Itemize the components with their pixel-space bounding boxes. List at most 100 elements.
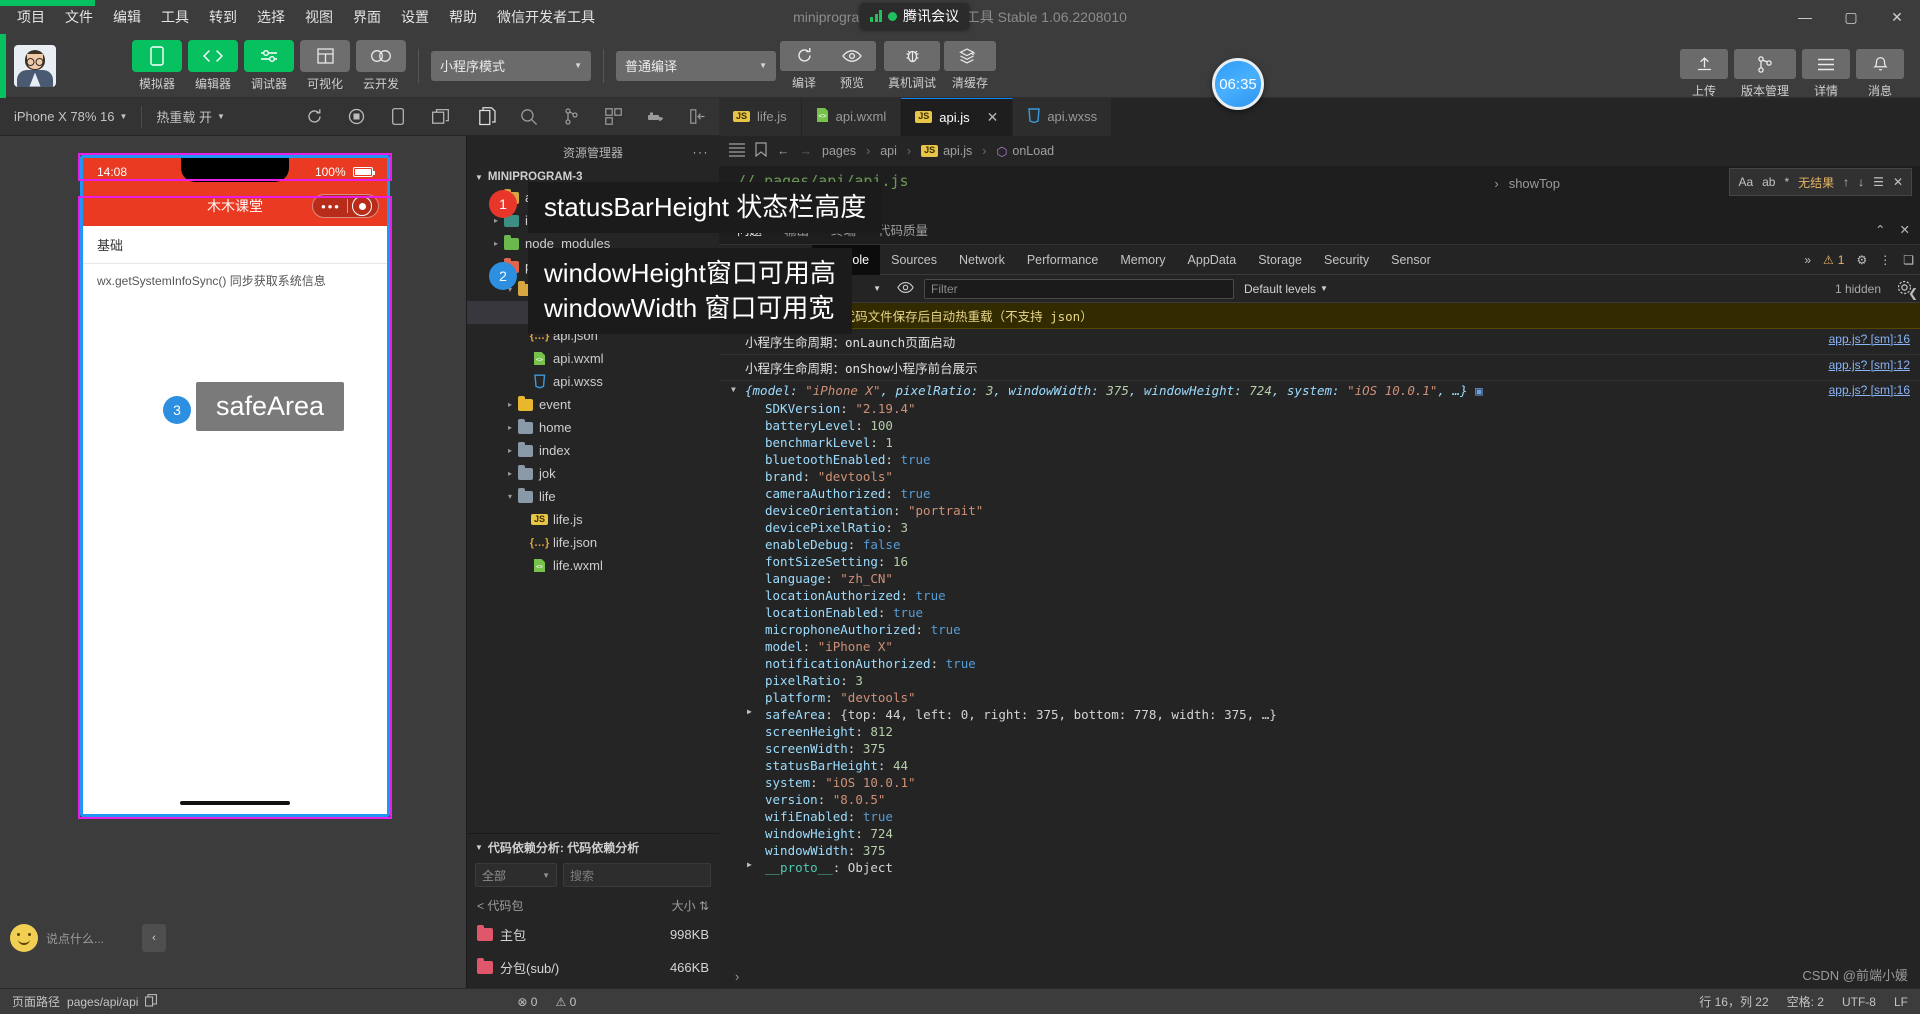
- phone-icon[interactable]: [388, 107, 408, 127]
- find-match-case-icon[interactable]: Aa: [1738, 175, 1753, 189]
- hotreload-select[interactable]: 热重载 开 ▼: [142, 107, 239, 126]
- collapse-panel-icon[interactable]: [688, 107, 708, 127]
- details-button[interactable]: 详情: [1802, 49, 1850, 99]
- simulator-button[interactable]: 模拟器: [132, 39, 182, 92]
- console-output[interactable]: [热重载] 已开启代码文件保存后自动热重载（不支持 json） 小程序生命周期：o…: [719, 303, 1920, 965]
- menu-item-select[interactable]: 选择: [248, 3, 294, 31]
- avatar[interactable]: [14, 44, 56, 87]
- status-spaces[interactable]: 空格: 2: [1787, 993, 1824, 1010]
- real-device-debug-button[interactable]: 真机调试: [884, 40, 940, 91]
- close-circle-icon[interactable]: [352, 196, 372, 216]
- menu-item-view[interactable]: 视图: [296, 3, 342, 31]
- more-icon[interactable]: •••: [315, 199, 347, 214]
- editor-tab-api-js[interactable]: JS api.js ✕: [901, 97, 1014, 136]
- docker-icon[interactable]: [646, 107, 666, 127]
- messages-button[interactable]: 消息: [1856, 49, 1904, 99]
- find-menu-icon[interactable]: ☰: [1873, 175, 1884, 189]
- find-whole-word-icon[interactable]: ab: [1762, 175, 1775, 189]
- menu-item-goto[interactable]: 转到: [200, 3, 246, 31]
- compile-select[interactable]: 普通编译 ▼: [616, 50, 776, 81]
- say-input[interactable]: 说点什么...: [46, 930, 134, 947]
- compile-button[interactable]: 编译: [780, 40, 828, 91]
- close-button[interactable]: ✕: [1874, 0, 1920, 34]
- record-icon[interactable]: [346, 107, 366, 127]
- tree-item-api-wxss[interactable]: api.wxss: [467, 370, 719, 393]
- chevron-right-icon[interactable]: ▸: [503, 446, 517, 455]
- console-object-summary[interactable]: ▼ {model: "iPhone X", pixelRatio: 3, wind…: [719, 381, 1920, 400]
- menu-item-tools[interactable]: 工具: [152, 3, 198, 31]
- chevron-right-icon[interactable]: ▸: [489, 239, 503, 248]
- meeting-overlay[interactable]: 腾讯会议: [860, 3, 969, 29]
- devtools-tab-storage[interactable]: Storage: [1247, 245, 1313, 275]
- gear-icon[interactable]: ⚙: [1856, 253, 1867, 267]
- tree-item-home[interactable]: ▸ home: [467, 416, 719, 439]
- forward-icon[interactable]: →: [800, 144, 813, 158]
- menu-item-settings[interactable]: 设置: [392, 3, 438, 31]
- console-levels-select[interactable]: Default levels ▼: [1244, 282, 1328, 296]
- back-icon[interactable]: ←: [777, 144, 790, 158]
- emoji-icon[interactable]: [10, 924, 38, 952]
- devtools-tab-sources[interactable]: Sources: [880, 245, 948, 275]
- tree-item-life-json[interactable]: {…} life.json: [467, 531, 719, 554]
- console-property[interactable]: ▶ safeArea: {top: 44, left: 0, right: 375…: [719, 706, 1920, 723]
- menu-item-help[interactable]: 帮助: [440, 3, 486, 31]
- editor-tab-api-wxml[interactable]: <> api.wxml: [801, 97, 902, 136]
- find-widget[interactable]: Aa ab * 无结果 ↑ ↓ ☰ ✕: [1729, 168, 1912, 196]
- cloud-button[interactable]: 云开发: [356, 39, 406, 92]
- menu-item-file[interactable]: 文件: [56, 3, 102, 31]
- tree-item-jok[interactable]: ▸ jok: [467, 462, 719, 485]
- status-encoding[interactable]: UTF-8: [1842, 995, 1876, 1009]
- window-icon[interactable]: [430, 107, 450, 127]
- mode-select[interactable]: 小程序模式 ▼: [431, 50, 591, 81]
- breadcrumb-item-api[interactable]: api: [880, 144, 897, 158]
- editor-tab-api-wxss[interactable]: api.wxss: [1013, 97, 1113, 136]
- table-row[interactable]: 分包(sub/) 466KB: [467, 951, 719, 984]
- chevron-right-icon[interactable]: ▶: [747, 860, 752, 869]
- minimize-button[interactable]: —: [1782, 0, 1828, 34]
- copy-icon[interactable]: [145, 993, 158, 1010]
- code-editor[interactable]: // pages/api/api.js Aa ab * 无结果 ↑ ↓ ☰ ✕ …: [719, 166, 1920, 214]
- tab-quality[interactable]: 代码质量: [878, 220, 928, 239]
- extensions-icon[interactable]: [604, 107, 624, 127]
- menu-item-project[interactable]: 项目: [8, 3, 54, 31]
- device-select[interactable]: iPhone X 78% 16 ▼: [0, 109, 141, 124]
- breadcrumb-item-symbol[interactable]: ⬡ onLoad: [996, 144, 1054, 159]
- visual-button[interactable]: 可视化: [300, 39, 350, 92]
- find-next-icon[interactable]: ↓: [1858, 175, 1864, 189]
- branch-icon[interactable]: [561, 107, 581, 127]
- debugger-button[interactable]: 调试器: [244, 39, 294, 92]
- dependency-header[interactable]: ▼ 代码依赖分析: 代码依赖分析: [467, 834, 719, 861]
- menu-item-edit[interactable]: 编辑: [104, 3, 150, 31]
- tree-item-index[interactable]: ▸ index: [467, 439, 719, 462]
- breadcrumb-item-pages[interactable]: pages: [822, 144, 856, 158]
- editor-button[interactable]: 编辑器: [188, 39, 238, 92]
- tree-item-life-js[interactable]: JS life.js: [467, 508, 719, 531]
- outline-icon[interactable]: [729, 142, 745, 160]
- column-size[interactable]: 大小 ⇅: [672, 897, 709, 914]
- maximize-button[interactable]: ▢: [1828, 0, 1874, 34]
- tree-item-event[interactable]: ▸ event: [467, 393, 719, 416]
- status-diagnostics[interactable]: ⊗ 0 ⚠ 0: [517, 995, 576, 1009]
- meeting-timer[interactable]: 06:35: [1212, 58, 1264, 110]
- chevron-right-icon[interactable]: ▸: [503, 400, 517, 409]
- status-eol[interactable]: LF: [1894, 995, 1908, 1009]
- bookmark-icon[interactable]: [755, 142, 767, 160]
- collapse-chevron-button[interactable]: ‹: [142, 924, 166, 952]
- wechat-capsule[interactable]: •••: [312, 194, 379, 218]
- devtools-warning-badge[interactable]: ⚠ 1: [1823, 253, 1844, 267]
- kebab-icon[interactable]: ⋮: [1879, 253, 1891, 267]
- clear-cache-button[interactable]: 清缓存: [944, 40, 996, 91]
- more-icon[interactable]: ···: [693, 145, 710, 159]
- chevron-right-icon[interactable]: ▸: [503, 423, 517, 432]
- eye-icon[interactable]: [897, 281, 914, 297]
- status-line-col[interactable]: 行 16，列 22: [1699, 993, 1768, 1010]
- search-icon[interactable]: [519, 107, 539, 127]
- tree-item-life-wxml[interactable]: <> life.wxml: [467, 554, 719, 577]
- upload-button[interactable]: 上传: [1680, 49, 1728, 99]
- console-property[interactable]: ▶ __proto__: Object: [719, 859, 1920, 876]
- console-prompt[interactable]: ›: [719, 965, 1920, 988]
- devtools-overflow-icon[interactable]: »: [1804, 253, 1811, 267]
- console-filter-input[interactable]: Filter: [924, 278, 1234, 299]
- close-icon[interactable]: ✕: [987, 109, 999, 126]
- files-icon[interactable]: [477, 107, 497, 127]
